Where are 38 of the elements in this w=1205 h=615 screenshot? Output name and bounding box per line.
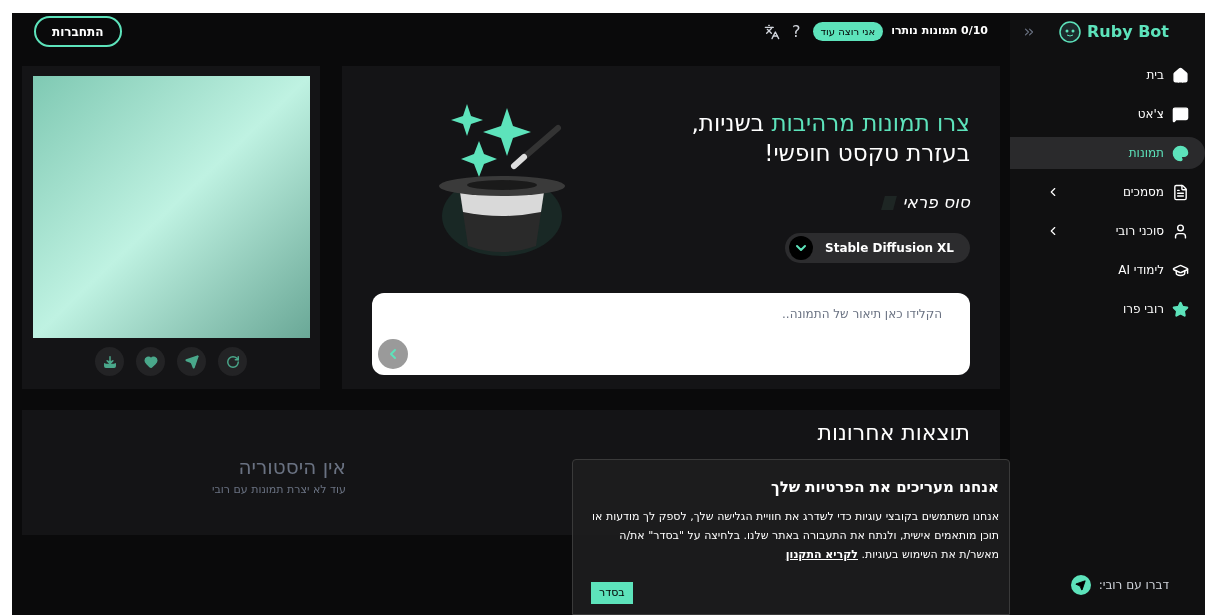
sidebar-item[interactable]: מסמכים bbox=[1010, 176, 1205, 208]
brand-name: Ruby Bot bbox=[1087, 21, 1169, 43]
footer-text: דברו עם רובי: bbox=[1098, 577, 1169, 594]
empty-state-title: אין היסטוריה bbox=[237, 454, 346, 481]
download-icon[interactable] bbox=[95, 347, 124, 376]
star-icon bbox=[1172, 300, 1189, 318]
sidebar-item[interactable]: צ'אט bbox=[1010, 98, 1205, 130]
translate-icon[interactable] bbox=[764, 23, 781, 40]
palette-icon bbox=[1172, 144, 1189, 162]
empty-state-text: עוד לא יצרת תמונות עם רובי bbox=[212, 482, 346, 498]
robot-logo-icon bbox=[1059, 21, 1081, 43]
usage-counter: 0/10 תמונות נותרו bbox=[891, 23, 988, 40]
document-icon bbox=[1172, 183, 1189, 201]
collapse-icon[interactable] bbox=[1022, 25, 1036, 39]
sidebar-item[interactable]: סוכני רובי bbox=[1010, 215, 1205, 247]
sidebar-item[interactable]: תמונות bbox=[1010, 137, 1205, 169]
send-icon[interactable] bbox=[177, 347, 206, 376]
user-icon bbox=[1172, 222, 1189, 240]
recent-results-title: תוצאות אחרונות bbox=[816, 419, 970, 447]
dropdown-icon bbox=[789, 235, 814, 260]
accept-button[interactable]: בסדר bbox=[591, 581, 633, 604]
upgrade-button[interactable]: אני רוצה עוד bbox=[812, 22, 884, 41]
chat-icon bbox=[1172, 105, 1189, 123]
prompt-field[interactable]: הקלידו כאן תיאור של התמונה.. bbox=[372, 292, 970, 375]
refresh-icon[interactable] bbox=[218, 347, 247, 376]
model-select[interactable]: Stable Diffusion XL bbox=[785, 232, 970, 263]
cookie-title: אנחנו מעריכים את הפרטיות שלך bbox=[770, 477, 999, 498]
home-icon bbox=[1172, 66, 1189, 84]
sidebar-item[interactable]: רובי פרו bbox=[1010, 293, 1205, 325]
terms-link[interactable]: לקריא התקנון bbox=[785, 547, 858, 561]
telegram-icon[interactable] bbox=[1070, 575, 1091, 595]
sidebar-item[interactable]: לימודי AI bbox=[1010, 254, 1205, 286]
help-button[interactable]: ? bbox=[788, 19, 805, 44]
style-name: סוס פראי bbox=[902, 191, 970, 214]
sidebar-item[interactable]: בית bbox=[1010, 59, 1205, 91]
login-button[interactable]: התחברות bbox=[34, 16, 122, 47]
cookie-text: אנחנו משתמשים בקובצי עוגיות כדי לשדרג את חוויית הגלישה שלך, לספק לך מודעות או תוכן מותאמים אישית, ולנתח את התעבורה באתר שלנו. בלחיצה על "בסדר" את/ה מאשר/ת את השימוש בעוגיות. לקריא התקנון bbox=[591, 508, 999, 563]
hero-title: צרו תמונות מרהיבות בשניות, בעזרת טקסט חופשי! bbox=[691, 109, 970, 168]
